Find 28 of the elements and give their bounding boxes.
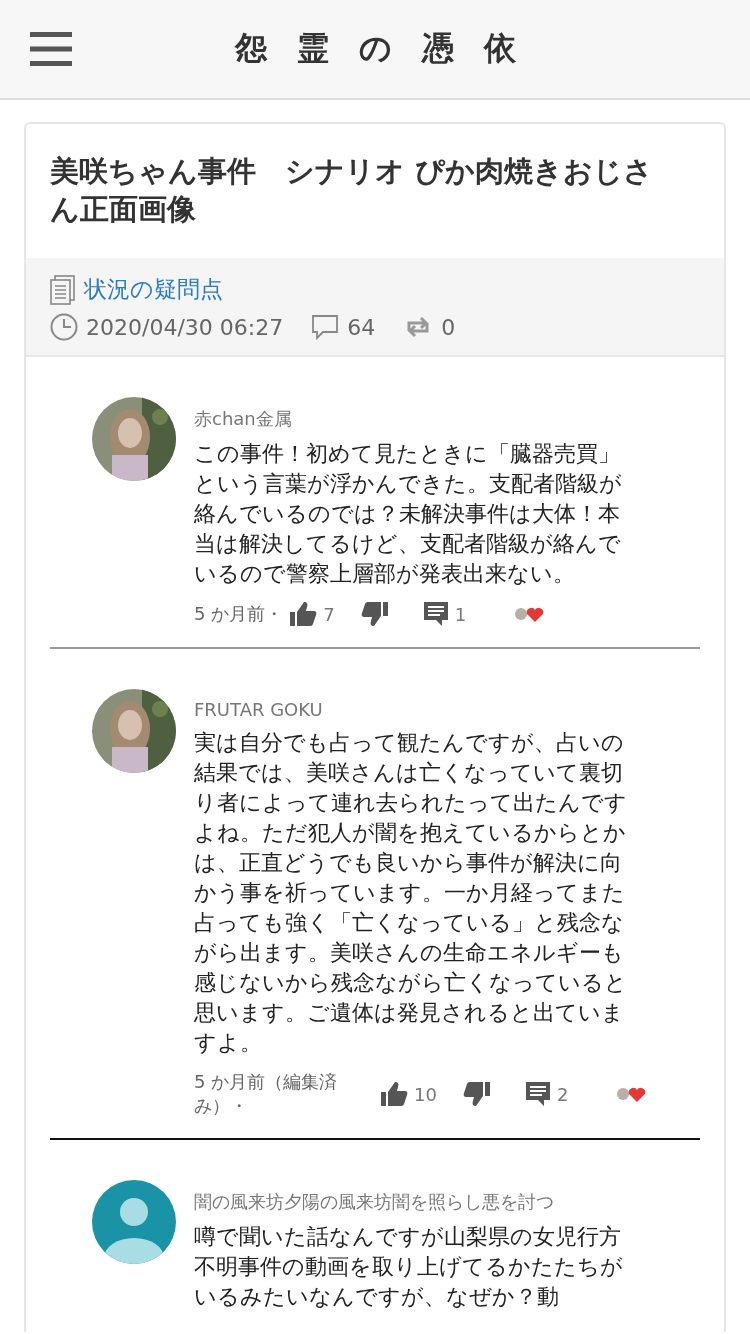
repost-count: 0 <box>441 314 456 340</box>
comment-icon <box>311 314 340 340</box>
reply-count: 2 <box>556 1083 569 1105</box>
comment-author: 闇の風来坊夕陽の風来坊闇を照らし悪を討つ <box>194 1190 555 1214</box>
category-link[interactable]: 状況の疑問点 <box>84 274 223 305</box>
comment-time: 5 か月前（編集済み）・ <box>194 1070 339 1118</box>
reply-icon[interactable] <box>524 1081 551 1107</box>
reply-icon[interactable] <box>422 601 449 627</box>
comment-text: 実は自分でも占って観たんですが、占いの結果では、美咲さんは亡くなっていて裏切り者によって連れ去られたって出たんですよね。ただ犯人が闇を抱えているからとかは、正直どうでも良いから事件が解決に向かう事を祈っています。一か月経ってまた占っても強く「亡くなっている」と残念ながら出ます。美咲さんの生命エネルギーも感じないから残念ながら亡くなっていると思います。ご遺体は発見されると出ていますよ。 <box>194 729 628 1057</box>
comment-count: 64 <box>347 314 376 340</box>
thumbs-up-icon[interactable] <box>289 602 318 626</box>
site-title[interactable]: 怨霊の憑依 <box>204 27 546 71</box>
article-title: 美咲ちゃん事件 シナリオ ぴか肉焼きおじさん正面画像 <box>49 153 655 228</box>
like-count: 7 <box>323 603 335 625</box>
comment-text: 噂で聞いた話なんですが山梨県の女児行方不明事件の動画を取り上げてるかたたちがいるみたいなんですが、なぜか？動 <box>194 1223 624 1311</box>
like-count: 10 <box>414 1083 437 1105</box>
thumbs-up-icon[interactable] <box>380 1082 408 1106</box>
document-icon <box>50 274 76 305</box>
comment-author: 赤chan金属 <box>194 407 293 431</box>
clock-icon <box>50 313 78 341</box>
thumbs-down-icon[interactable] <box>462 1082 491 1106</box>
thumbs-down-icon[interactable] <box>360 602 389 626</box>
menu-icon[interactable] <box>30 32 72 66</box>
post-date: 2020/04/30 06:27 <box>86 314 284 340</box>
comment-time: 5 か月前・ <box>194 602 284 626</box>
comment-author: FRUTAR GOKU <box>194 699 324 720</box>
reply-count: 1 <box>454 603 467 625</box>
comment-text: この事件！初めて見たときに「臓器売買」という言葉が浮かんできた。支配者階級が絡んでいるのでは？未解決事件は大体！本当は解決してるけど、支配者階級が絡んでいるので警察上層部が発表出来ない。 <box>194 440 623 588</box>
